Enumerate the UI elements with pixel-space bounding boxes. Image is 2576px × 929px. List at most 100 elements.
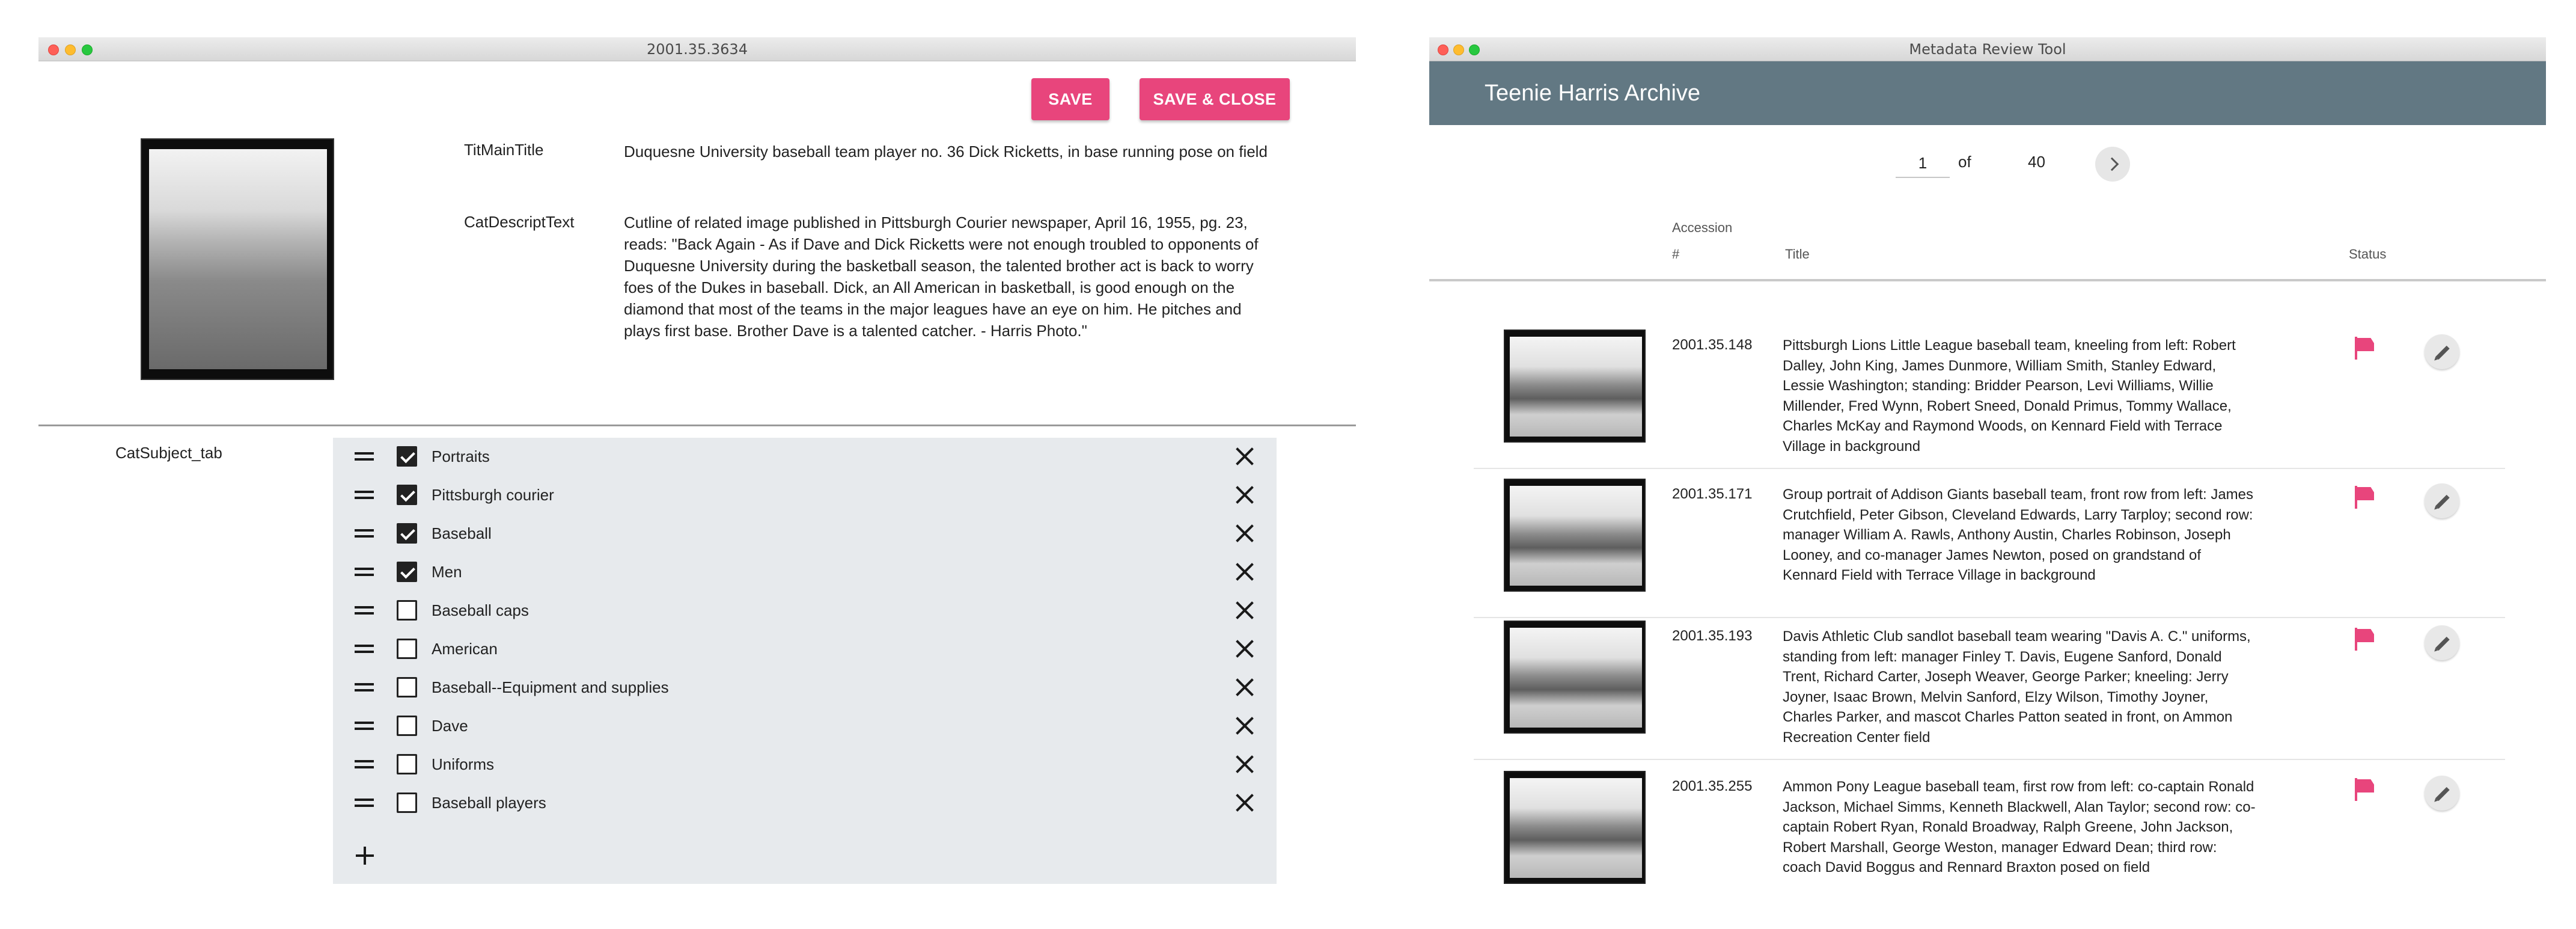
drag-handle-icon[interactable] [355,606,374,615]
drag-handle-icon[interactable] [355,452,374,461]
chevron-right-icon[interactable] [2095,147,2130,182]
subject-row: American [333,630,1277,669]
header-divider [1429,279,2546,281]
subject-label: Baseball [432,524,492,542]
close-icon[interactable] [1236,563,1254,581]
subject-checkbox[interactable] [397,446,417,467]
section-divider [38,425,1356,426]
close-icon[interactable] [1236,678,1254,696]
close-icon[interactable] [1236,640,1254,658]
table-row[interactable]: 2001.35.193 Davis Athletic Club sandlot … [1474,611,2505,760]
subject-checkbox[interactable] [397,600,417,621]
column-header-title: Title [1785,247,1810,262]
close-icon[interactable] [1236,524,1254,542]
drag-handle-icon[interactable] [355,722,374,730]
subject-row: Portraits [333,438,1277,476]
close-icon[interactable] [1236,717,1254,735]
pencil-icon[interactable] [2425,625,2459,660]
record-thumbnail[interactable] [1504,330,1646,443]
subject-row: Baseball players [333,784,1277,823]
record-title: Pittsburgh Lions Little League baseball … [1783,337,2236,455]
title-bar: 2001.35.3634 [38,37,1356,61]
subject-checkbox[interactable] [397,716,417,736]
title-bar: Metadata Review Tool [1429,37,2546,61]
subject-label: Baseball caps [432,601,529,619]
column-header-status: Status [2349,247,2387,262]
subject-checkbox[interactable] [397,639,417,659]
subject-checkbox[interactable] [397,793,417,813]
subject-row: Baseball--Equipment and supplies [333,669,1277,707]
close-icon[interactable] [1236,755,1254,773]
drag-handle-icon[interactable] [355,568,374,576]
accession-number: 2001.35.148 [1672,337,1753,353]
pencil-icon[interactable] [2425,334,2459,369]
flag-icon[interactable] [2355,778,2374,801]
table-row[interactable]: 2001.35.255 Ammon Pony League baseball t… [1474,761,2505,896]
table-row[interactable]: 2001.35.148 Pittsburgh Lions Little Leag… [1474,320,2505,469]
close-icon[interactable] [1236,447,1254,465]
save-button[interactable]: SAVE [1031,78,1109,120]
column-header-accession-number: # [1672,247,1680,262]
record-title: Davis Athletic Club sandlot baseball tea… [1783,628,2251,746]
subject-label: Uniforms [432,755,495,773]
accession-number: 2001.35.193 [1672,628,1753,644]
subject-checkbox[interactable] [397,754,417,774]
record-thumbnail[interactable] [1504,479,1646,592]
subject-label: American [432,640,498,658]
pencil-icon[interactable] [2425,776,2459,811]
review-window: Metadata Review Tool Teenie Harris Archi… [1429,37,2546,896]
pencil-icon[interactable] [2425,483,2459,518]
record-title: Ammon Pony League baseball team, first r… [1783,779,2256,875]
record-title: Group portrait of Addison Giants basebal… [1783,486,2254,583]
save-and-close-button[interactable]: SAVE & CLOSE [1140,78,1290,120]
flag-icon[interactable] [2355,337,2374,360]
title-field-label: TitMainTitle [464,141,544,159]
subject-row: Men [333,553,1277,592]
close-icon[interactable] [1236,794,1254,812]
close-icon[interactable] [1236,486,1254,504]
subject-list: Portraits Pittsburgh courier Baseball Me… [333,438,1277,884]
subject-label: Pittsburgh courier [432,486,554,504]
flag-icon[interactable] [2355,486,2374,509]
subject-row: Baseball caps [333,592,1277,630]
description-field-value[interactable]: Cutline of related image published in Pi… [624,212,1279,342]
subject-row: Dave [333,707,1277,746]
page-number-input[interactable] [1896,149,1950,178]
title-field-value[interactable]: Duquesne University baseball team player… [624,141,1279,162]
page-of-label: of [1958,153,1971,171]
subject-row: Baseball [333,515,1277,553]
subject-row: Pittsburgh courier [333,476,1277,515]
table-row[interactable]: 2001.35.171 Group portrait of Addison Gi… [1474,469,2505,618]
window-title: 2001.35.3634 [647,41,748,58]
app-header: Teenie Harris Archive [1429,61,2546,125]
drag-handle-icon[interactable] [355,529,374,538]
page-total: 40 [2028,153,2045,171]
subject-row: Uniforms [333,746,1277,784]
drag-handle-icon[interactable] [355,645,374,653]
drag-handle-icon[interactable] [355,760,374,768]
record-photo [141,138,334,380]
subject-label: Baseball--Equipment and supplies [432,678,669,696]
app-title: Teenie Harris Archive [1485,81,1701,106]
plus-icon[interactable] [356,847,374,865]
subject-label: Portraits [432,447,490,465]
subject-label: Baseball players [432,794,546,812]
subject-label: Men [432,563,462,581]
drag-handle-icon[interactable] [355,491,374,499]
drag-handle-icon[interactable] [355,683,374,691]
record-thumbnail[interactable] [1504,771,1646,884]
subject-label: Dave [432,717,468,735]
subject-checkbox[interactable] [397,485,417,505]
subject-checkbox[interactable] [397,523,417,544]
close-icon[interactable] [1236,601,1254,619]
drag-handle-icon[interactable] [355,799,374,807]
accession-number: 2001.35.255 [1672,778,1753,794]
flag-icon[interactable] [2355,628,2374,651]
accession-number: 2001.35.171 [1672,486,1753,502]
window-title: Metadata Review Tool [1909,41,2066,58]
description-field-label: CatDescriptText [464,213,575,231]
subject-checkbox[interactable] [397,562,417,582]
record-thumbnail[interactable] [1504,621,1646,734]
subject-field-label: CatSubject_tab [115,444,222,462]
subject-checkbox[interactable] [397,677,417,698]
